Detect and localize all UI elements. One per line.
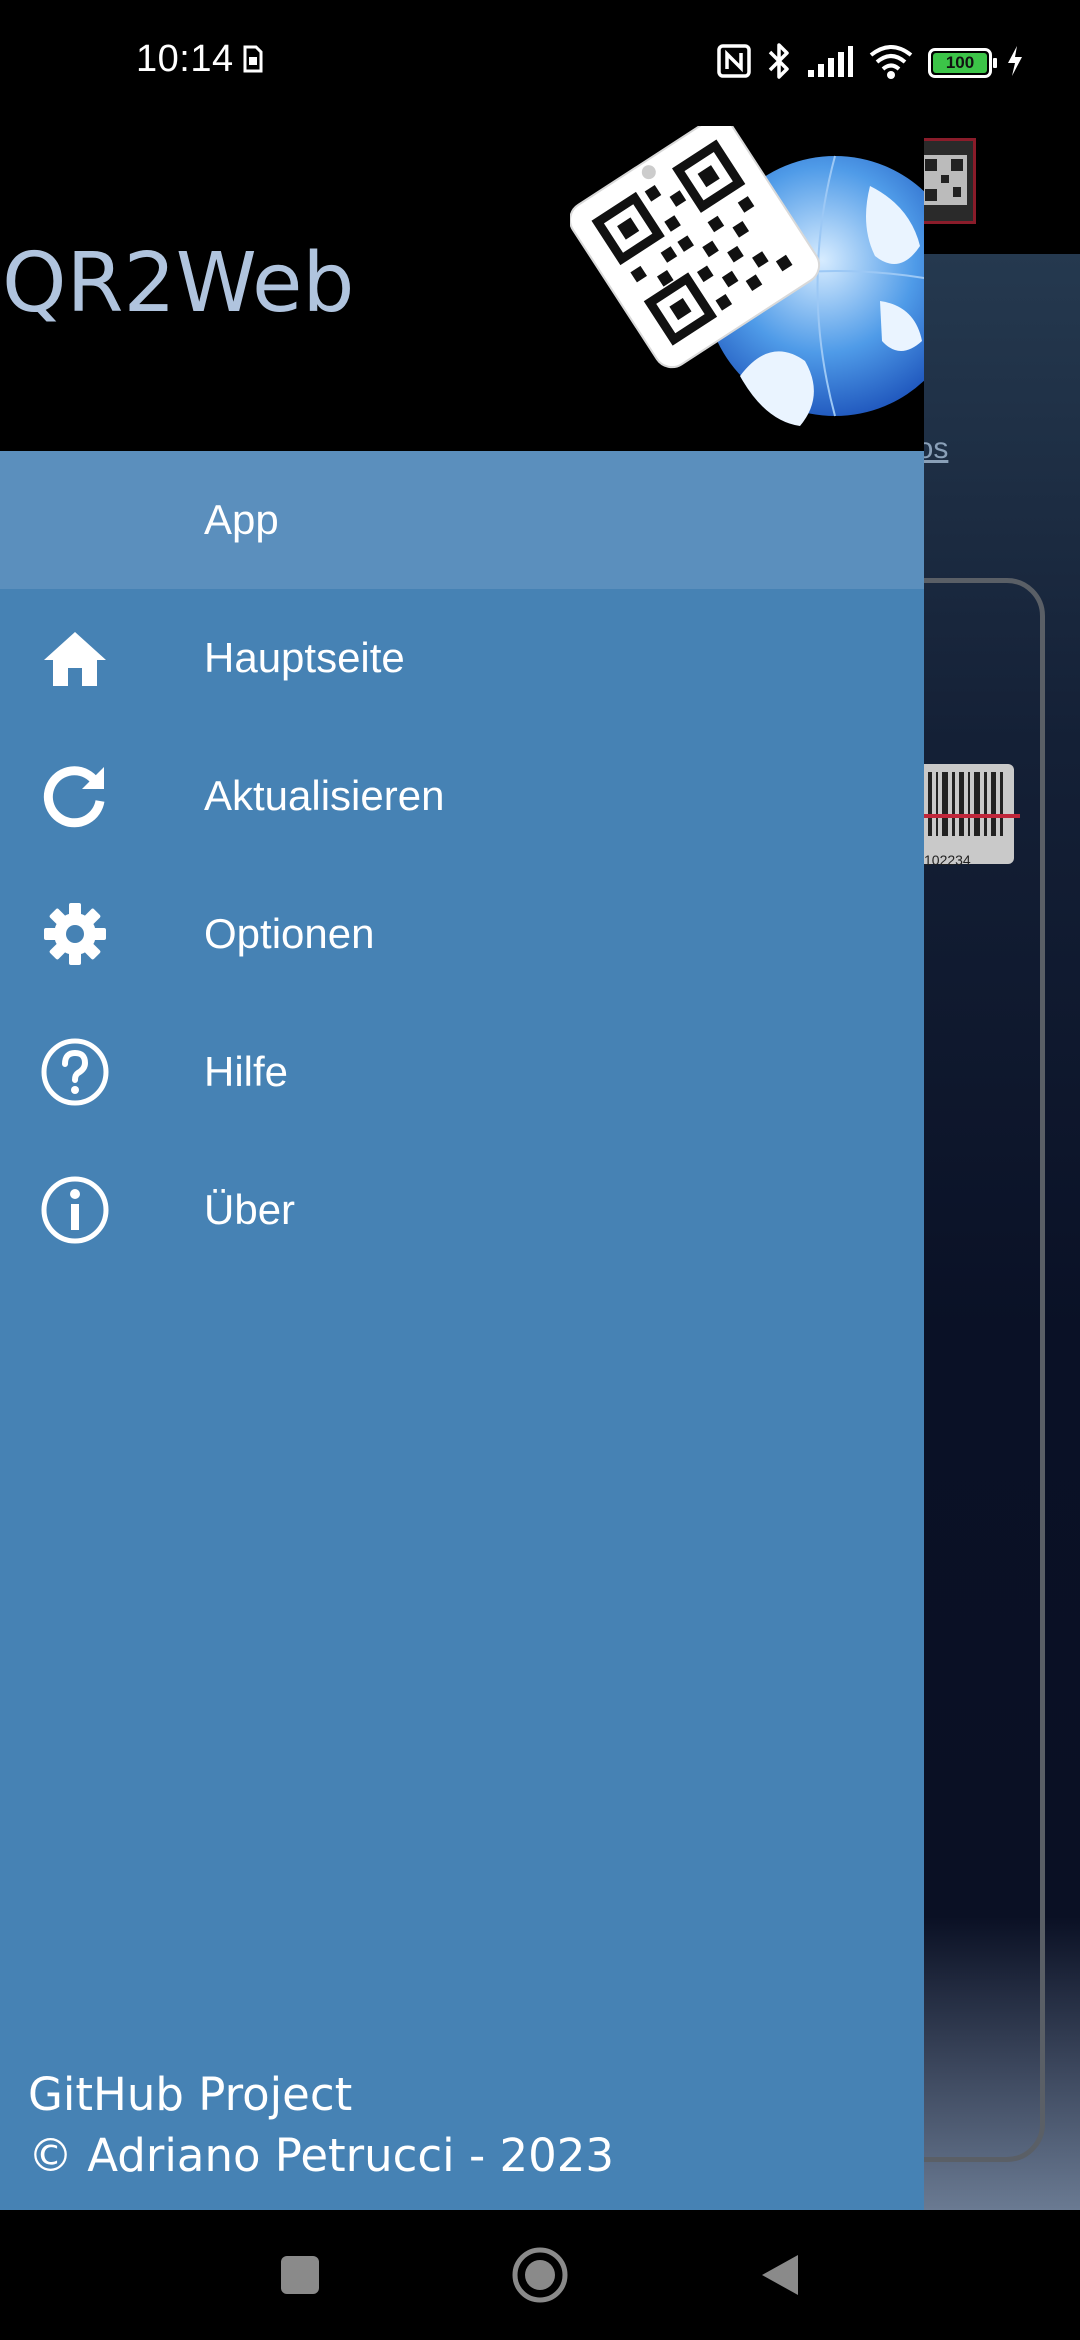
menu-item-label: App [204,496,279,543]
copyright-text: © Adriano Petrucci - 2023 [28,2129,615,2182]
menu-item-app[interactable]: App [0,451,924,589]
home-button[interactable] [480,2210,600,2340]
app-logo-icon [569,126,924,451]
info-circle-icon [40,1175,110,1245]
navigation-drawer: QR2Web App Hauptseite Aktualisieren Opti… [0,126,924,2210]
drawer-menu: App Hauptseite Aktualisieren Optionen Hi… [0,451,924,1279]
back-button[interactable] [720,2210,840,2340]
drawer-footer: GitHub Project © Adriano Petrucci - 2023 [28,2064,614,2186]
menu-item-optionen[interactable]: Optionen [0,865,924,1003]
status-icons: 100 [716,40,1024,86]
wifi-icon [868,43,914,84]
menu-item-label: Über [204,1186,296,1233]
menu-item-label: Hauptseite [204,634,405,681]
signal-icon [806,44,854,83]
charging-icon [1006,45,1024,82]
github-project-link[interactable]: GitHub Project [28,2064,614,2125]
home-icon [40,623,110,693]
refresh-icon [40,761,110,831]
battery-icon: 100 [928,48,997,78]
drawer-header: QR2Web [0,126,924,451]
battery-level: 100 [933,53,987,73]
menu-item-aktualisieren[interactable]: Aktualisieren [0,727,924,865]
nfc-icon [716,43,752,84]
bluetooth-icon [766,41,792,86]
menu-item-label: Optionen [204,910,375,957]
navigation-bar [0,2210,1080,2340]
sim-icon [242,44,264,79]
status-time: 10:14 [136,38,234,80]
app-title: QR2Web [2,236,355,331]
help-circle-icon [40,1037,110,1107]
barcode-number: 102234 [924,852,971,868]
menu-item-ueber[interactable]: Über [0,1141,924,1279]
menu-item-hilfe[interactable]: Hilfe [0,1003,924,1141]
recents-button[interactable] [240,2210,360,2340]
menu-item-label: Aktualisieren [204,772,445,819]
menu-item-label: Hilfe [204,1048,289,1095]
menu-item-hauptseite[interactable]: Hauptseite [0,589,924,727]
gear-icon [40,899,110,969]
status-bar: 10:14 100 [0,0,1080,126]
